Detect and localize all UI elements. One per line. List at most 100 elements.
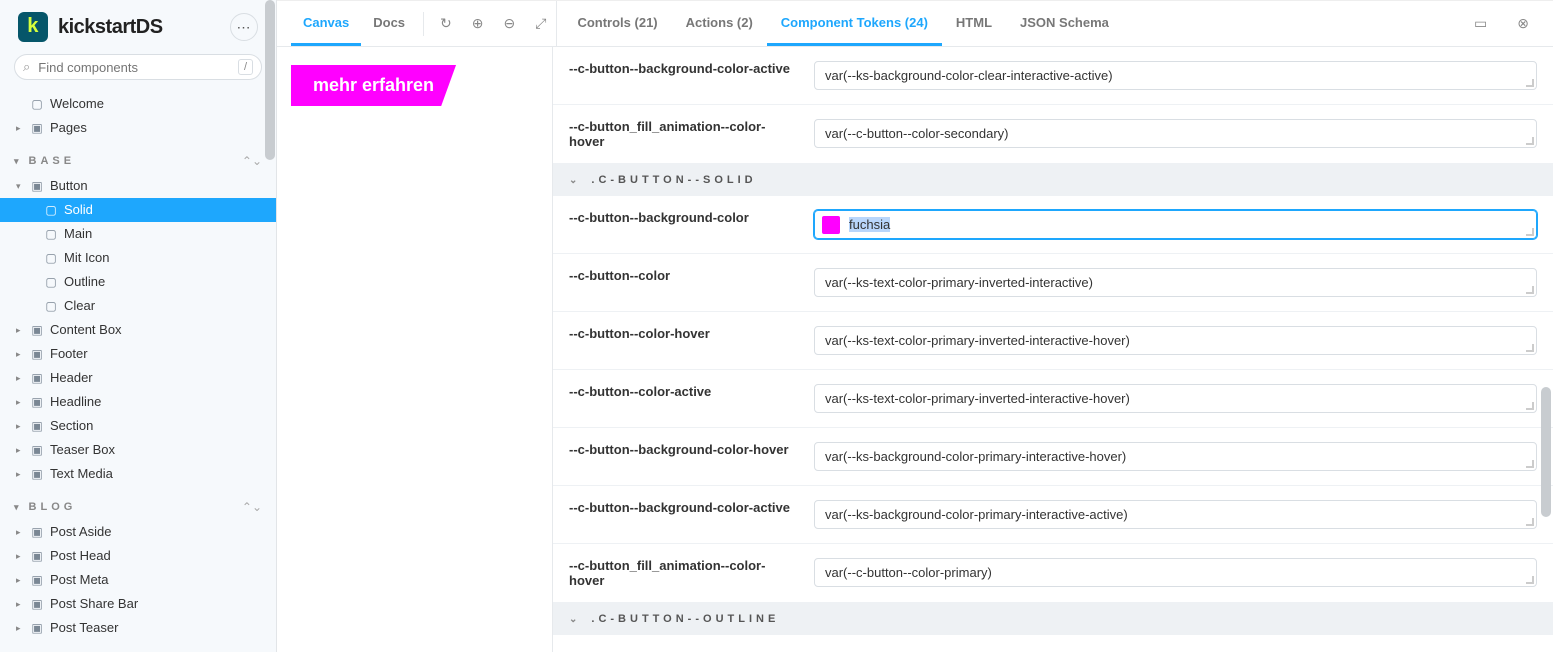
close-panel-icon[interactable]: ⊗ (1507, 3, 1539, 44)
sidebar-item-header[interactable]: ▸▣Header (0, 366, 276, 390)
token-value-input[interactable]: var(--ks-text-color-primary-inverted-int… (814, 326, 1537, 355)
token-value-input[interactable]: var(--c-button--color-secondary) (814, 119, 1537, 148)
caret-icon: ▸ (16, 441, 24, 459)
sidebar-section-blog[interactable]: ▾BLOG⌃⌄ (0, 486, 276, 520)
zoom-reset-icon[interactable]: ⤢ (525, 3, 556, 44)
section-title: ▾BASE (14, 155, 75, 167)
token-value-input[interactable]: var(--c-button--color-primary) (814, 558, 1537, 587)
chevron-down-icon: ⌄ (569, 614, 581, 625)
item-icon: ▣ (30, 595, 44, 613)
sidebar-item-mit-icon[interactable]: ▢Mit Icon (0, 246, 276, 270)
item-label: Section (50, 417, 93, 435)
sidebar-item-teaser-box[interactable]: ▸▣Teaser Box (0, 438, 276, 462)
tokens-scrollbar[interactable] (1541, 387, 1551, 517)
color-swatch[interactable] (822, 216, 840, 234)
sidebar: k kickstartDS ⋯ ⌕ / ▢Welcome▸▣Pages▾BASE… (0, 0, 277, 652)
search-shortcut: / (238, 59, 253, 75)
zoom-out-icon[interactable]: ⊖ (494, 3, 526, 44)
sidebar-menu-button[interactable]: ⋯ (230, 13, 258, 41)
token-group-header[interactable]: ⌄.C-BUTTON--OUTLINE (553, 603, 1553, 635)
panel-position-icon[interactable]: ▭ (1464, 3, 1497, 44)
panel-tab-component-tokens-24-[interactable]: Component Tokens (24) (767, 1, 942, 46)
item-icon: ▢ (44, 273, 58, 291)
panel-tab-json-schema[interactable]: JSON Schema (1006, 1, 1123, 46)
reload-icon[interactable]: ↻ (430, 3, 462, 44)
caret-icon: ▸ (16, 417, 24, 435)
sidebar-item-post-meta[interactable]: ▸▣Post Meta (0, 568, 276, 592)
topbar: CanvasDocs ↻⊕⊖⤢ Controls (21)Actions (2)C… (277, 1, 1553, 47)
item-icon: ▣ (30, 465, 44, 483)
caret-icon: ▸ (16, 595, 24, 613)
item-icon: ▢ (44, 201, 58, 219)
caret-icon: ▸ (16, 369, 24, 387)
token-value-input[interactable]: var(--ks-background-color-primary-intera… (814, 500, 1537, 529)
token-name: --c-button--color-hover (569, 326, 794, 341)
sidebar-item-welcome[interactable]: ▢ Welcome (0, 92, 276, 116)
sidebar-item-pages[interactable]: ▸▣Pages (0, 116, 276, 140)
sidebar-scrollbar[interactable] (265, 0, 275, 160)
item-label: Pages (50, 119, 87, 137)
item-icon: ▣ (30, 417, 44, 435)
sidebar-item-footer[interactable]: ▸▣Footer (0, 342, 276, 366)
caret-icon: ▾ (16, 177, 24, 195)
tab-docs[interactable]: Docs (361, 1, 417, 46)
sidebar-item-main[interactable]: ▢Main (0, 222, 276, 246)
caret-icon: ▸ (16, 465, 24, 483)
sidebar-item-post-head[interactable]: ▸▣Post Head (0, 544, 276, 568)
item-label: Welcome (50, 95, 104, 113)
sidebar-item-outline[interactable]: ▢Outline (0, 270, 276, 294)
item-label: Post Aside (50, 523, 111, 541)
sidebar-item-post-aside[interactable]: ▸ ▣ Post Aside (0, 520, 276, 544)
caret-icon: ▸ (16, 321, 24, 339)
token-row: --c-button--colorvar(--ks-text-color-pri… (553, 254, 1553, 312)
logo-text: kickstartDS (58, 16, 163, 39)
sidebar-item-content-box[interactable]: ▸▣Content Box (0, 318, 276, 342)
zoom-in-icon[interactable]: ⊕ (462, 3, 494, 44)
item-icon: ▢ (30, 95, 44, 113)
token-name: --c-button--background-color (569, 210, 794, 225)
sidebar-item-headline[interactable]: ▸▣Headline (0, 390, 276, 414)
panel-tab-actions-2-[interactable]: Actions (2) (672, 1, 767, 46)
token-row: --c-button_fill_animation--color-hoverva… (553, 544, 1553, 603)
token-value-input[interactable]: fuchsia (814, 210, 1537, 239)
item-icon: ▣ (30, 441, 44, 459)
sidebar-item-text-media[interactable]: ▸ ▣ Text Media (0, 462, 276, 486)
item-icon: ▢ (44, 297, 58, 315)
sidebar-item-solid[interactable]: ▢ Solid (0, 198, 276, 222)
sidebar-item-post-share-bar[interactable]: ▸▣Post Share Bar (0, 592, 276, 616)
item-label: Footer (50, 345, 88, 363)
item-icon: ▢ (44, 249, 58, 267)
panel-tab-html[interactable]: HTML (942, 1, 1006, 46)
token-name: --c-button--background-color-hover (569, 442, 794, 457)
preview-button[interactable]: mehr erfahren (291, 65, 456, 106)
item-label: Solid (64, 201, 93, 219)
search-input[interactable] (38, 60, 230, 75)
token-value-input[interactable]: var(--ks-background-color-primary-intera… (814, 442, 1537, 471)
item-label: Text Media (50, 465, 113, 483)
tab-canvas[interactable]: Canvas (291, 1, 361, 46)
caret-icon: ▸ (16, 523, 24, 541)
sidebar-item-clear[interactable]: ▢ Clear (0, 294, 276, 318)
token-group-header[interactable]: ⌄.C-BUTTON--SOLID (553, 164, 1553, 196)
caret-icon: ▸ (16, 619, 24, 637)
token-row: --c-button_fill_animation--color-hoverva… (553, 105, 1553, 164)
item-label: Clear (64, 297, 95, 315)
sidebar-item-button[interactable]: ▾▣Button (0, 174, 276, 198)
sidebar-section-base[interactable]: ▾BASE⌃⌄ (0, 140, 276, 174)
caret-icon: ▸ (16, 119, 24, 137)
token-value-input[interactable]: var(--ks-text-color-primary-inverted-int… (814, 268, 1537, 297)
token-value-input[interactable]: var(--ks-background-color-clear-interact… (814, 61, 1537, 90)
sidebar-item-section[interactable]: ▸ ▣ Section (0, 414, 276, 438)
panel-tab-controls-21-[interactable]: Controls (21) (563, 1, 671, 46)
token-value-input[interactable]: var(--ks-text-color-primary-inverted-int… (814, 384, 1537, 413)
token-name: --c-button--background-color-active (569, 61, 794, 76)
item-label: Post Meta (50, 571, 109, 589)
search-input-wrap[interactable]: ⌕ / (14, 54, 262, 80)
item-icon: ▣ (30, 177, 44, 195)
token-group-title: .C-BUTTON--SOLID (591, 174, 756, 186)
sidebar-item-post-teaser[interactable]: ▸▣Post Teaser (0, 616, 276, 640)
token-row: --c-button--color-activevar(--ks-text-co… (553, 370, 1553, 428)
logo[interactable]: k kickstartDS (18, 12, 163, 42)
item-icon: ▣ (30, 523, 44, 541)
item-label: Main (64, 225, 92, 243)
